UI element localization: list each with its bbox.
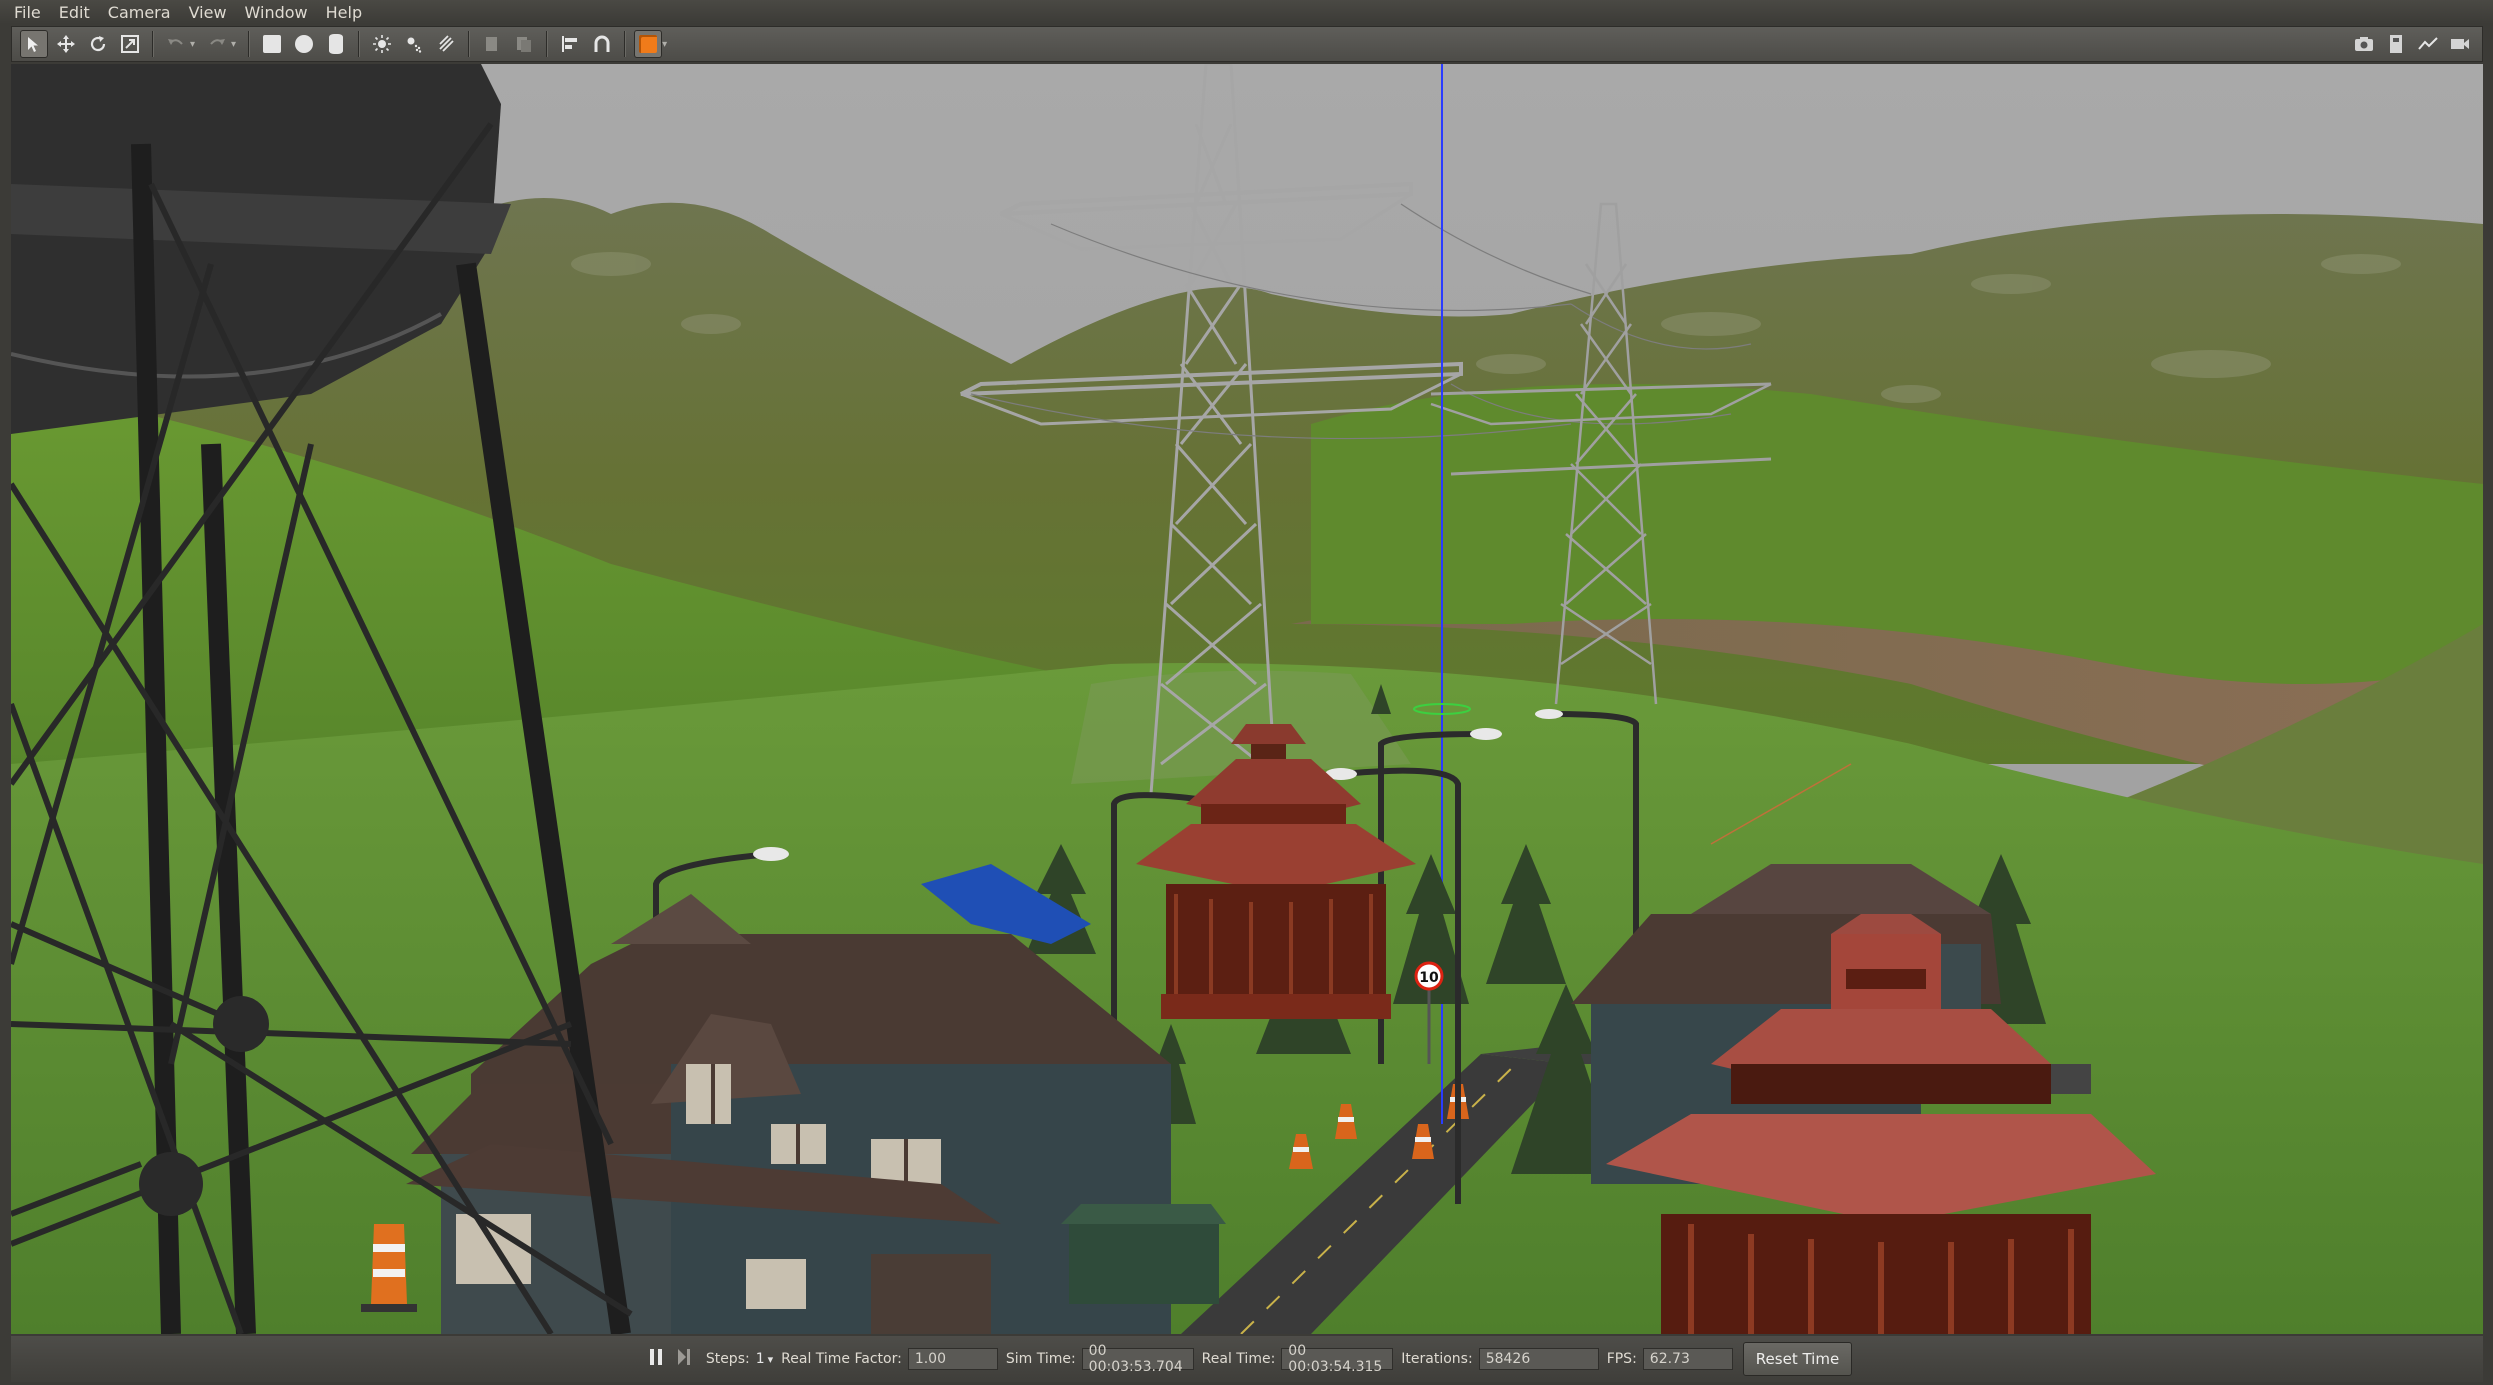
spot-light-icon[interactable] xyxy=(400,30,428,58)
real-time-field: 00 00:03:54.315 xyxy=(1281,1343,1394,1375)
sim-time-label: Sim Time: xyxy=(1005,1351,1076,1367)
copy-icon[interactable] xyxy=(478,30,506,58)
speed-sign-value: 10 xyxy=(1419,970,1439,986)
dumpster xyxy=(1061,1204,1226,1304)
menu-view[interactable]: View xyxy=(189,3,227,22)
menu-file[interactable]: File xyxy=(14,3,41,22)
sim-time-field: 00 00:03:53.704 xyxy=(1081,1343,1194,1375)
sphere-icon[interactable] xyxy=(290,30,318,58)
rotate-icon[interactable] xyxy=(84,30,112,58)
paste-icon[interactable] xyxy=(510,30,538,58)
plot-icon[interactable] xyxy=(2414,30,2442,58)
view-angle-icon[interactable] xyxy=(634,30,663,58)
real-time-label: Real Time: xyxy=(1201,1351,1276,1367)
toolbar-separator xyxy=(546,31,549,57)
record-icon[interactable] xyxy=(2382,30,2410,58)
directional-light-icon[interactable] xyxy=(432,30,460,58)
snap-icon[interactable] xyxy=(588,30,616,58)
steps-label: Steps: xyxy=(705,1351,750,1367)
undo-icon[interactable] xyxy=(162,30,190,58)
menu-camera[interactable]: Camera xyxy=(108,3,171,22)
point-light-icon[interactable] xyxy=(368,30,396,58)
menu-edit[interactable]: Edit xyxy=(59,3,90,22)
status-bar: Steps: 1 ▾ Real Time Factor: 1.00 Sim Ti… xyxy=(11,1336,2483,1382)
scale-icon[interactable] xyxy=(116,30,144,58)
steps-spinbox[interactable]: 1 ▾ xyxy=(756,1351,773,1367)
toolbar-right-group xyxy=(2348,30,2482,58)
redo-icon[interactable] xyxy=(203,30,231,58)
step-icon[interactable] xyxy=(676,1347,692,1371)
redo-dropdown-icon[interactable]: ▾ xyxy=(231,39,236,50)
screenshot-icon[interactable] xyxy=(2350,30,2378,58)
toolbar-separator xyxy=(152,31,154,57)
rtf-label: Real Time Factor: xyxy=(781,1351,902,1367)
fps-field: 62.73 xyxy=(1642,1348,1733,1370)
iterations-field: 58426 xyxy=(1478,1348,1599,1370)
fps-label: FPS: xyxy=(1606,1351,1637,1367)
steps-dropdown-icon[interactable]: ▾ xyxy=(768,1353,774,1366)
scene-render[interactable]: 10 xyxy=(11,64,2483,1334)
reset-time-button[interactable]: Reset Time xyxy=(1742,1342,1853,1376)
rtf-field: 1.00 xyxy=(907,1348,998,1370)
toolbar-separator xyxy=(358,31,361,57)
toolbar-separator xyxy=(248,31,251,57)
toolbar: ▾ ▾ ▾ xyxy=(11,26,2483,62)
toolbar-separator xyxy=(624,31,627,57)
menu-bar: File Edit Camera View Window Help xyxy=(0,0,2493,24)
translate-icon[interactable] xyxy=(52,30,80,58)
video-icon[interactable] xyxy=(2446,30,2474,58)
select-arrow-icon[interactable] xyxy=(20,30,48,58)
menu-help[interactable]: Help xyxy=(326,3,362,22)
undo-dropdown-icon[interactable]: ▾ xyxy=(190,39,195,50)
menu-window[interactable]: Window xyxy=(245,3,308,22)
box-icon[interactable] xyxy=(258,30,286,58)
toolbar-separator xyxy=(468,31,471,57)
steps-value: 1 xyxy=(755,1351,765,1367)
view-angle-dropdown-icon[interactable]: ▾ xyxy=(662,39,667,50)
cylinder-icon[interactable] xyxy=(322,30,350,58)
pause-icon[interactable] xyxy=(648,1347,664,1371)
align-icon[interactable] xyxy=(556,30,584,58)
iterations-label: Iterations: xyxy=(1401,1351,1473,1367)
3d-viewport[interactable]: 10 xyxy=(11,64,2483,1334)
